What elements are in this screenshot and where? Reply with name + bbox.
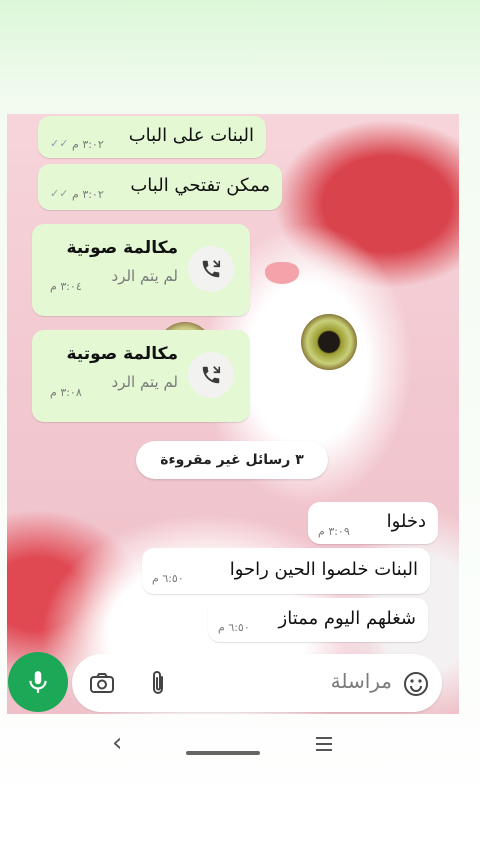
call-status: لم يتم الرد [111, 373, 178, 391]
read-receipt-icon: ✓✓ [50, 137, 69, 150]
call-title: مكالمة صوتية [66, 238, 178, 258]
message-time: ٦:٥٠ م [152, 572, 184, 585]
message-time: ٣:٠٢ م [72, 138, 104, 151]
unread-messages-banner: ٣ رسائل غير مقروءة [136, 441, 328, 479]
voice-record-button[interactable] [8, 652, 68, 712]
missed-call-icon-circle[interactable] [188, 352, 234, 398]
camera-icon [90, 673, 114, 693]
voice-call-bubble[interactable]: مكالمة صوتية لم يتم الرد ٣:٠٨ م [32, 330, 250, 422]
call-time: ٣:٠٨ م [50, 386, 82, 399]
message-input-placeholder[interactable]: مراسلة [331, 669, 392, 693]
message-text: شغلهم اليوم ممتاز [278, 608, 416, 629]
message-text: ممكن تفتحي الباب [130, 175, 270, 196]
message-text: البنات خلصوا الحين راحوا [229, 559, 418, 580]
attach-button[interactable] [146, 668, 170, 698]
message-composer[interactable]: مراسلة [72, 654, 442, 712]
cat-eye-right [301, 314, 357, 370]
camera-button[interactable] [88, 670, 116, 696]
missed-call-icon [202, 366, 221, 384]
incoming-message[interactable]: شغلهم اليوم ممتاز ٦:٥٠ م [208, 598, 428, 642]
voice-call-bubble[interactable]: مكالمة صوتية لم يتم الرد ٣:٠٤ م [32, 224, 250, 316]
emoji-icon [404, 672, 428, 696]
outgoing-message[interactable]: ممكن تفتحي الباب ٣:٠٢ م ✓✓ [38, 164, 282, 210]
message-text: دخلوا [386, 511, 426, 532]
nav-home-button[interactable] [186, 751, 260, 755]
missed-call-icon-circle[interactable] [188, 246, 234, 292]
missed-call-icon [202, 260, 221, 278]
call-status: لم يتم الرد [111, 267, 178, 285]
paperclip-icon [153, 671, 163, 694]
incoming-message[interactable]: دخلوا ٣:٠٩ م [308, 502, 438, 544]
mic-icon [29, 671, 47, 693]
message-text: البنات على الباب [128, 125, 254, 146]
incoming-message[interactable]: البنات خلصوا الحين راحوا ٦:٥٠ م [142, 548, 430, 594]
nav-recents-button[interactable] [316, 737, 332, 755]
cat-nose [265, 262, 299, 284]
emoji-button[interactable] [402, 670, 430, 698]
call-title: مكالمة صوتية [66, 344, 178, 364]
outgoing-message[interactable]: البنات على الباب ٣:٠٢ م ✓✓ [38, 116, 266, 158]
message-time: ٦:٥٠ م [218, 621, 250, 634]
message-time: ٣:٠٩ م [318, 525, 350, 538]
call-time: ٣:٠٤ م [50, 280, 82, 293]
read-receipt-icon: ✓✓ [50, 187, 69, 200]
message-time: ٣:٠٢ م [72, 188, 104, 201]
nav-back-button[interactable]: ‹ [112, 728, 122, 758]
